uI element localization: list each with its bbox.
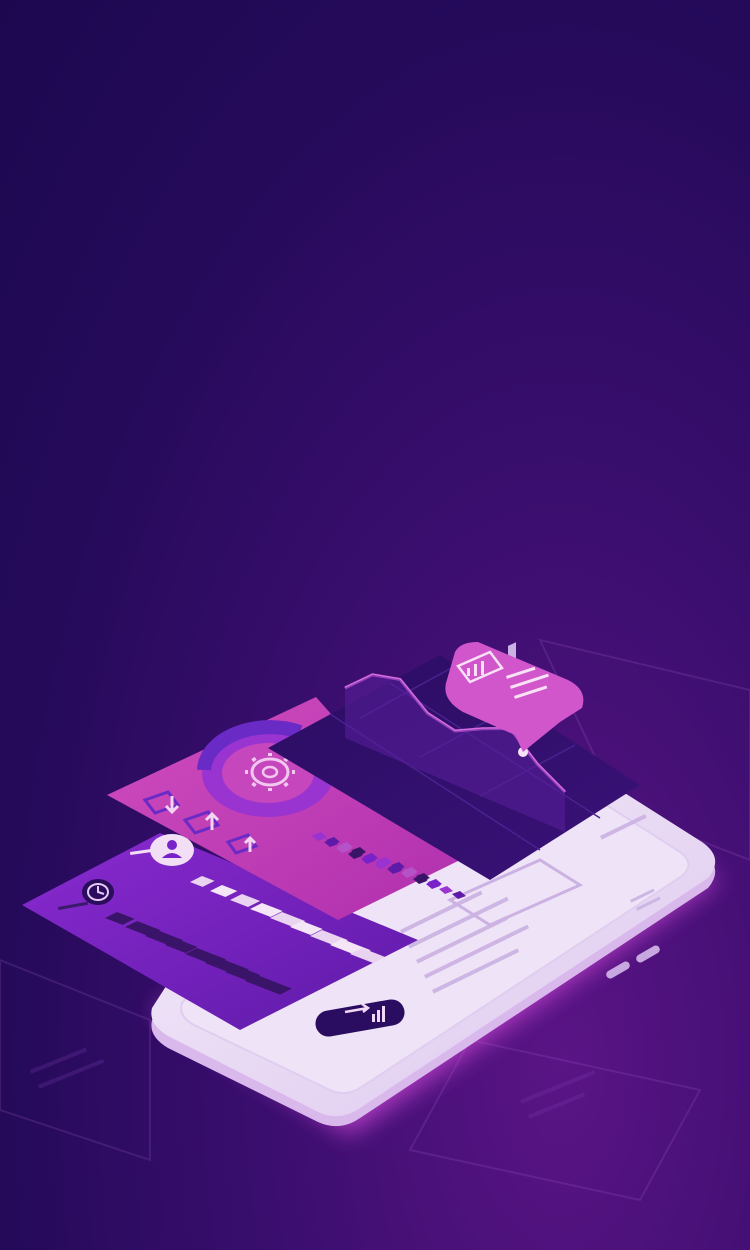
user-icon [150,834,194,866]
phone-button [636,945,660,963]
illustration [0,638,750,1202]
clock-icon [82,879,114,905]
phone-button [606,961,630,979]
